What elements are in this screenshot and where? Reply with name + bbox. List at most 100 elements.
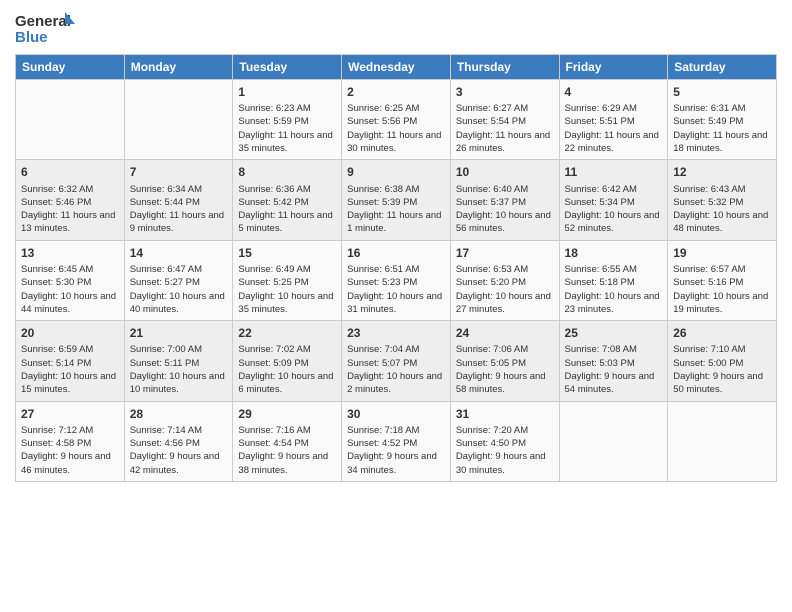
day-info: Sunrise: 6:51 AM Sunset: 5:23 PM Dayligh… bbox=[347, 263, 445, 316]
day-number: 14 bbox=[130, 245, 228, 261]
day-info: Sunrise: 7:02 AM Sunset: 5:09 PM Dayligh… bbox=[238, 343, 336, 396]
calendar-cell bbox=[124, 80, 233, 160]
calendar-cell: 10Sunrise: 6:40 AM Sunset: 5:37 PM Dayli… bbox=[450, 160, 559, 240]
calendar-cell: 9Sunrise: 6:38 AM Sunset: 5:39 PM Daylig… bbox=[342, 160, 451, 240]
calendar-cell: 11 Sunrise: 6:42 AM Sunset: 5:34 PM Dayli… bbox=[559, 160, 668, 240]
day-number: 11 bbox=[565, 164, 663, 180]
calendar-cell: 17Sunrise: 6:53 AM Sunset: 5:20 PM Dayli… bbox=[450, 240, 559, 320]
day-number: 19 bbox=[673, 245, 771, 261]
calendar-week-row: 27Sunrise: 7:12 AM Sunset: 4:58 PM Dayli… bbox=[16, 401, 777, 481]
calendar-cell: 5 Sunrise: 6:31 AM Sunset: 5:49 PM Daylig… bbox=[668, 80, 777, 160]
page: GeneralBlue SundayMondayTuesdayWednesday… bbox=[0, 0, 792, 612]
day-info: Sunrise: 6:23 AM Sunset: 5:59 PM Dayligh… bbox=[238, 102, 336, 155]
day-number: 4 bbox=[565, 84, 663, 100]
day-info: Sunrise: 7:14 AM Sunset: 4:56 PM Dayligh… bbox=[130, 424, 228, 477]
calendar-cell: 20 Sunrise: 6:59 AM Sunset: 5:14 PM Dayli… bbox=[16, 321, 125, 401]
calendar-cell: 19 Sunrise: 6:57 AM Sunset: 5:16 PM Dayli… bbox=[668, 240, 777, 320]
header: GeneralBlue bbox=[15, 10, 777, 46]
day-info: Sunrise: 7:06 AM Sunset: 5:05 PM Dayligh… bbox=[456, 343, 554, 396]
day-info: Sunrise: 7:04 AM Sunset: 5:07 PM Dayligh… bbox=[347, 343, 445, 396]
day-number: 30 bbox=[347, 406, 445, 422]
day-number: 15 bbox=[238, 245, 336, 261]
day-number: 12 bbox=[673, 164, 771, 180]
calendar-cell: 2 Sunrise: 6:25 AM Sunset: 5:56 PM Daylig… bbox=[342, 80, 451, 160]
day-info: Sunrise: 7:10 AM Sunset: 5:00 PM Dayligh… bbox=[673, 343, 771, 396]
calendar-cell: 21 Sunrise: 7:00 AM Sunset: 5:11 PM Dayli… bbox=[124, 321, 233, 401]
day-info: Sunrise: 6:31 AM Sunset: 5:49 PM Dayligh… bbox=[673, 102, 771, 155]
day-info: Sunrise: 6:27 AM Sunset: 5:54 PM Dayligh… bbox=[456, 102, 554, 155]
calendar-cell: 1 Sunrise: 6:23 AM Sunset: 5:59 PM Daylig… bbox=[233, 80, 342, 160]
calendar-cell: 18 Sunrise: 6:55 AM Sunset: 5:18 PM Dayli… bbox=[559, 240, 668, 320]
col-header-sunday: Sunday bbox=[16, 55, 125, 80]
calendar-cell: 7 Sunrise: 6:34 AM Sunset: 5:44 PM Daylig… bbox=[124, 160, 233, 240]
calendar-table: SundayMondayTuesdayWednesdayThursdayFrid… bbox=[15, 54, 777, 482]
calendar-cell: 31Sunrise: 7:20 AM Sunset: 4:50 PM Dayli… bbox=[450, 401, 559, 481]
day-number: 28 bbox=[130, 406, 228, 422]
col-header-wednesday: Wednesday bbox=[342, 55, 451, 80]
calendar-cell: 22 Sunrise: 7:02 AM Sunset: 5:09 PM Dayli… bbox=[233, 321, 342, 401]
day-number: 24 bbox=[456, 325, 554, 341]
calendar-cell bbox=[16, 80, 125, 160]
day-info: Sunrise: 7:00 AM Sunset: 5:11 PM Dayligh… bbox=[130, 343, 228, 396]
calendar-cell: 25 Sunrise: 7:08 AM Sunset: 5:03 PM Dayli… bbox=[559, 321, 668, 401]
calendar-cell: 12Sunrise: 6:43 AM Sunset: 5:32 PM Dayli… bbox=[668, 160, 777, 240]
day-number: 25 bbox=[565, 325, 663, 341]
day-number: 1 bbox=[238, 84, 336, 100]
calendar-week-row: 13 Sunrise: 6:45 AM Sunset: 5:30 PM Dayli… bbox=[16, 240, 777, 320]
calendar-week-row: 20 Sunrise: 6:59 AM Sunset: 5:14 PM Dayli… bbox=[16, 321, 777, 401]
day-number: 13 bbox=[21, 245, 119, 261]
calendar-cell: 3Sunrise: 6:27 AM Sunset: 5:54 PM Daylig… bbox=[450, 80, 559, 160]
calendar-cell: 8Sunrise: 6:36 AM Sunset: 5:42 PM Daylig… bbox=[233, 160, 342, 240]
calendar-cell: 27Sunrise: 7:12 AM Sunset: 4:58 PM Dayli… bbox=[16, 401, 125, 481]
day-number: 7 bbox=[130, 164, 228, 180]
calendar-cell: 13 Sunrise: 6:45 AM Sunset: 5:30 PM Dayli… bbox=[16, 240, 125, 320]
day-number: 26 bbox=[673, 325, 771, 341]
logo-svg: GeneralBlue bbox=[15, 10, 75, 46]
day-info: Sunrise: 6:45 AM Sunset: 5:30 PM Dayligh… bbox=[21, 263, 119, 316]
day-info: Sunrise: 6:55 AM Sunset: 5:18 PM Dayligh… bbox=[565, 263, 663, 316]
day-info: Sunrise: 7:16 AM Sunset: 4:54 PM Dayligh… bbox=[238, 424, 336, 477]
calendar-cell: 24 Sunrise: 7:06 AM Sunset: 5:05 PM Dayli… bbox=[450, 321, 559, 401]
day-info: Sunrise: 6:42 AM Sunset: 5:34 PM Dayligh… bbox=[565, 183, 663, 236]
calendar-cell: 28 Sunrise: 7:14 AM Sunset: 4:56 PM Dayli… bbox=[124, 401, 233, 481]
col-header-friday: Friday bbox=[559, 55, 668, 80]
calendar-cell: 30 Sunrise: 7:18 AM Sunset: 4:52 PM Dayli… bbox=[342, 401, 451, 481]
day-number: 31 bbox=[456, 406, 554, 422]
calendar-cell: 29 Sunrise: 7:16 AM Sunset: 4:54 PM Dayli… bbox=[233, 401, 342, 481]
day-info: Sunrise: 7:18 AM Sunset: 4:52 PM Dayligh… bbox=[347, 424, 445, 477]
day-number: 9 bbox=[347, 164, 445, 180]
day-info: Sunrise: 6:32 AM Sunset: 5:46 PM Dayligh… bbox=[21, 183, 119, 236]
svg-text:Blue: Blue bbox=[15, 29, 48, 46]
day-info: Sunrise: 6:57 AM Sunset: 5:16 PM Dayligh… bbox=[673, 263, 771, 316]
day-info: Sunrise: 7:08 AM Sunset: 5:03 PM Dayligh… bbox=[565, 343, 663, 396]
col-header-thursday: Thursday bbox=[450, 55, 559, 80]
calendar-cell: 16 Sunrise: 6:51 AM Sunset: 5:23 PM Dayli… bbox=[342, 240, 451, 320]
day-number: 5 bbox=[673, 84, 771, 100]
day-info: Sunrise: 7:12 AM Sunset: 4:58 PM Dayligh… bbox=[21, 424, 119, 477]
day-info: Sunrise: 6:49 AM Sunset: 5:25 PM Dayligh… bbox=[238, 263, 336, 316]
day-info: Sunrise: 6:40 AM Sunset: 5:37 PM Dayligh… bbox=[456, 183, 554, 236]
day-number: 22 bbox=[238, 325, 336, 341]
day-number: 23 bbox=[347, 325, 445, 341]
day-number: 2 bbox=[347, 84, 445, 100]
calendar-header-row: SundayMondayTuesdayWednesdayThursdayFrid… bbox=[16, 55, 777, 80]
day-info: Sunrise: 6:29 AM Sunset: 5:51 PM Dayligh… bbox=[565, 102, 663, 155]
day-info: Sunrise: 6:25 AM Sunset: 5:56 PM Dayligh… bbox=[347, 102, 445, 155]
day-number: 8 bbox=[238, 164, 336, 180]
day-info: Sunrise: 6:53 AM Sunset: 5:20 PM Dayligh… bbox=[456, 263, 554, 316]
calendar-week-row: 1 Sunrise: 6:23 AM Sunset: 5:59 PM Daylig… bbox=[16, 80, 777, 160]
calendar-cell: 15 Sunrise: 6:49 AM Sunset: 5:25 PM Dayli… bbox=[233, 240, 342, 320]
col-header-tuesday: Tuesday bbox=[233, 55, 342, 80]
svg-text:General: General bbox=[15, 13, 71, 30]
day-number: 20 bbox=[21, 325, 119, 341]
day-info: Sunrise: 6:34 AM Sunset: 5:44 PM Dayligh… bbox=[130, 183, 228, 236]
day-number: 29 bbox=[238, 406, 336, 422]
day-info: Sunrise: 6:59 AM Sunset: 5:14 PM Dayligh… bbox=[21, 343, 119, 396]
logo: GeneralBlue bbox=[15, 10, 75, 46]
calendar-cell: 26 Sunrise: 7:10 AM Sunset: 5:00 PM Dayli… bbox=[668, 321, 777, 401]
col-header-monday: Monday bbox=[124, 55, 233, 80]
day-number: 18 bbox=[565, 245, 663, 261]
day-number: 16 bbox=[347, 245, 445, 261]
day-number: 6 bbox=[21, 164, 119, 180]
day-number: 21 bbox=[130, 325, 228, 341]
